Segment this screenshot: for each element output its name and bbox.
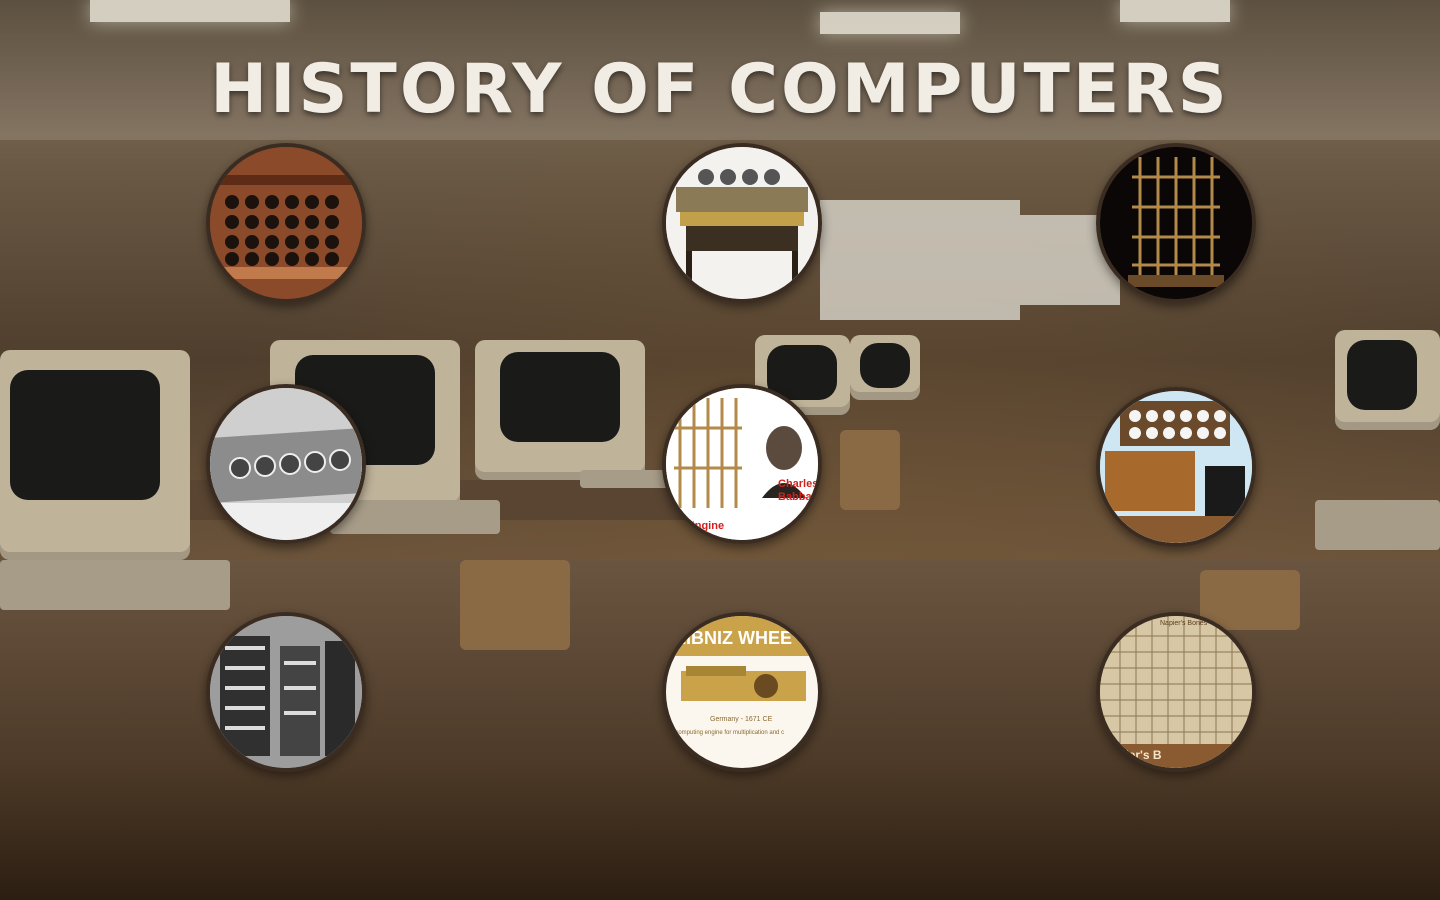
pascaline-image bbox=[210, 388, 362, 540]
crt-monitor bbox=[1335, 330, 1440, 430]
difference-engine-tower-card[interactable] bbox=[1096, 143, 1256, 303]
keyboard bbox=[0, 560, 230, 610]
leibniz-wheel-description: t computing engine for multiplication an… bbox=[672, 730, 785, 736]
keyboard bbox=[1315, 500, 1440, 550]
leibniz-wheel-image: EIBNIZ WHEE Germany - 1671 CE t computin… bbox=[666, 616, 818, 768]
abacus-card[interactable] bbox=[206, 143, 366, 303]
ceiling-light bbox=[90, 0, 290, 22]
tabulating-machine-image bbox=[1100, 391, 1252, 543]
back-window bbox=[820, 200, 1020, 320]
difference-engine-tower-image bbox=[1100, 147, 1252, 299]
difference-engine-card[interactable] bbox=[662, 143, 822, 303]
babbage-caption: Charles Babbag bbox=[778, 478, 819, 503]
eniac-card[interactable] bbox=[206, 612, 366, 772]
tabulating-machine-card[interactable] bbox=[1096, 387, 1256, 547]
pascaline-card[interactable] bbox=[206, 384, 366, 544]
napiers-bones-card[interactable]: Napier's Bones pier's B bbox=[1096, 612, 1256, 772]
analytical-engine-caption: ical Engine bbox=[666, 520, 725, 532]
leibniz-wheel-heading: EIBNIZ WHEE bbox=[674, 628, 793, 648]
crt-monitor bbox=[0, 350, 190, 560]
analytical-engine-image: Charles Babbag ical Engine bbox=[666, 388, 818, 540]
abacus-image bbox=[210, 147, 362, 299]
chair bbox=[460, 560, 570, 650]
page-title: HISTORY OF COMPUTERS bbox=[210, 50, 1230, 129]
napiers-bones-image: Napier's Bones pier's B bbox=[1100, 616, 1252, 768]
eniac-image bbox=[210, 616, 362, 768]
difference-engine-image bbox=[666, 147, 818, 299]
leibniz-wheel-date: Germany - 1671 CE bbox=[710, 716, 773, 723]
napiers-bones-caption: pier's B bbox=[1118, 748, 1162, 762]
leibniz-wheel-card[interactable]: EIBNIZ WHEE Germany - 1671 CE t computin… bbox=[662, 612, 822, 772]
chair bbox=[840, 430, 900, 510]
analytical-engine-card[interactable]: Charles Babbag ical Engine bbox=[662, 384, 822, 544]
napiers-bones-heading: Napier's Bones bbox=[1160, 620, 1208, 627]
crt-monitor bbox=[850, 335, 920, 400]
ceiling-light bbox=[1120, 0, 1230, 22]
ceiling-light bbox=[820, 12, 960, 34]
crt-monitor bbox=[475, 340, 645, 480]
